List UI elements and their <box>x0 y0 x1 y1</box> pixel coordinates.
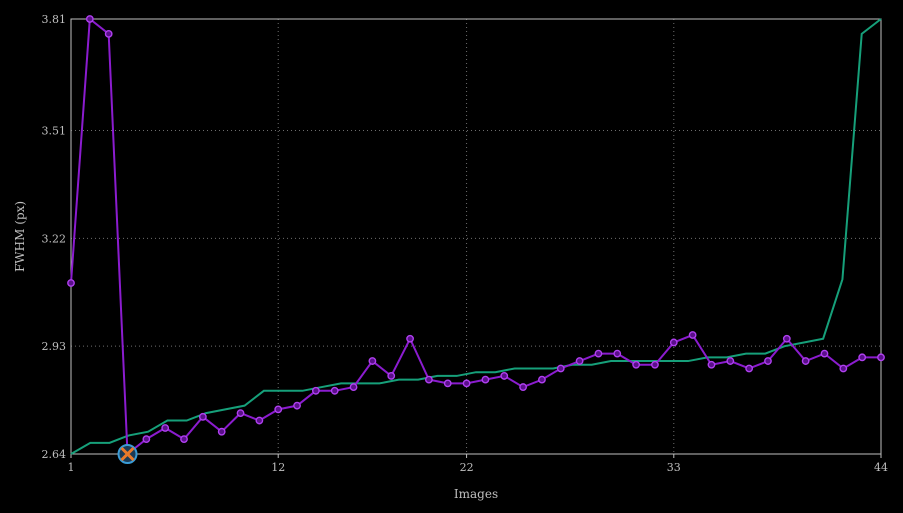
fwhm-data-point[interactable] <box>236 409 245 418</box>
fwhm-data-point[interactable] <box>67 279 75 287</box>
fwhm-data-point[interactable] <box>801 357 810 365</box>
x-axis-title: Images <box>454 487 498 501</box>
fwhm-data-point[interactable] <box>462 379 471 388</box>
fwhm-data-point[interactable] <box>443 379 452 388</box>
fwhm-data-point[interactable] <box>85 15 94 23</box>
y-tick-label: 3.81 <box>42 13 67 26</box>
x-tick-label: 22 <box>460 461 474 474</box>
fwhm-data-point[interactable] <box>669 338 678 347</box>
fwhm-data-point[interactable] <box>745 364 754 373</box>
fwhm-data-point[interactable] <box>330 386 339 395</box>
fwhm-data-point[interactable] <box>782 334 791 343</box>
x-tick-label: 33 <box>667 461 681 474</box>
fwhm-data-point[interactable] <box>406 334 414 343</box>
fwhm-data-point[interactable] <box>839 364 848 373</box>
x-tick-label: 12 <box>271 461 285 474</box>
y-tick-label: 2.64 <box>42 448 67 461</box>
fwhm-data-point[interactable] <box>519 383 527 391</box>
fwhm-data-point[interactable] <box>198 412 207 421</box>
fwhm-data-point[interactable] <box>293 401 301 410</box>
fwhm-data-point[interactable] <box>877 353 885 362</box>
fwhm-data-point[interactable] <box>104 29 113 38</box>
fwhm-data-point[interactable] <box>538 375 546 384</box>
fwhm-data-point[interactable] <box>349 383 358 391</box>
fwhm-data-point[interactable] <box>500 372 509 380</box>
fwhm-data-point[interactable] <box>726 357 735 365</box>
fwhm-data-point[interactable] <box>481 375 490 384</box>
fwhm-data-point[interactable] <box>368 357 377 365</box>
fwhm-data-point[interactable] <box>255 416 264 425</box>
y-axis-ticks: 2.64 2.93 3.22 3.51 3.81 <box>42 13 67 461</box>
fwhm-data-point[interactable] <box>425 375 433 384</box>
x-axis-ticks: 1 12 22 33 44 <box>68 454 888 474</box>
fwhm-chart: 2.64 2.93 3.22 3.51 3.81 1 12 22 33 44 Images FW… <box>13 13 888 501</box>
fwhm-data-point[interactable] <box>594 349 603 358</box>
fwhm-data-point[interactable] <box>556 364 565 373</box>
fwhm-data-point[interactable] <box>820 349 829 358</box>
series-layer <box>67 15 885 458</box>
fwhm-data-point[interactable] <box>764 357 772 365</box>
fwhm-data-point[interactable] <box>688 331 697 339</box>
fwhm-data-point[interactable] <box>142 435 151 444</box>
best-image-marker[interactable] <box>117 444 138 464</box>
fwhm-data-point[interactable] <box>217 427 226 436</box>
grid-lines <box>71 19 881 454</box>
sorted-fwhm-line <box>70 18 882 455</box>
plot-frame <box>70 18 882 455</box>
fwhm-data-point[interactable] <box>311 386 320 395</box>
fwhm-data-point[interactable] <box>180 435 188 444</box>
fwhm-data-point[interactable] <box>707 360 716 369</box>
x-tick-label: 1 <box>68 461 75 474</box>
x-tick-label: 44 <box>874 461 888 474</box>
y-tick-label: 3.51 <box>42 125 67 138</box>
fwhm-data-point[interactable] <box>575 357 584 365</box>
y-tick-label: 2.93 <box>42 340 67 353</box>
fwhm-data-point[interactable] <box>858 353 867 362</box>
fwhm-data-point[interactable] <box>161 424 170 432</box>
fwhm-data-point[interactable] <box>387 372 396 380</box>
fwhm-data-point[interactable] <box>632 360 641 369</box>
y-tick-label: 3.22 <box>42 232 67 245</box>
y-axis-title: FWHM (px) <box>13 201 27 272</box>
fwhm-data-point[interactable] <box>274 405 283 414</box>
fwhm-data-point[interactable] <box>651 360 659 369</box>
fwhm-per-image-line <box>70 17 881 456</box>
fwhm-data-point[interactable] <box>613 349 622 358</box>
